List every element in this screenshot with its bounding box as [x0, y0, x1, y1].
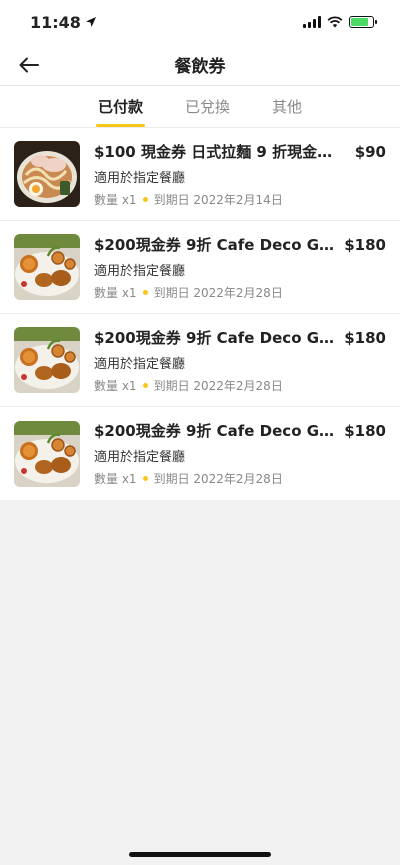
- tab-other[interactable]: 其他: [270, 86, 304, 127]
- voucher-item[interactable]: $200現金券 9折 Cafe Deco Group $180 適用於指定餐廳 …: [0, 221, 400, 314]
- voucher-subtitle: 適用於指定餐廳: [94, 356, 186, 372]
- voucher-item[interactable]: $100 現金券 日式拉麵 9 折現金券 Ramen House $90 適用於…: [0, 128, 400, 221]
- voucher-quantity: 數量 x1: [94, 472, 137, 486]
- platter-photo: [14, 234, 80, 300]
- back-button[interactable]: [14, 50, 44, 80]
- status-time: 11:48: [30, 13, 97, 32]
- separator-dot-icon: [142, 476, 148, 481]
- voucher-info: $100 現金券 日式拉麵 9 折現金券 Ramen House $90 適用於…: [94, 141, 386, 208]
- status-bar: 11:48: [0, 0, 400, 44]
- voucher-item[interactable]: $200現金券 9折 Cafe Deco Group $180 適用於指定餐廳 …: [0, 314, 400, 407]
- voucher-quantity: 數量 x1: [94, 378, 137, 393]
- voucher-item[interactable]: $200現金券 9折 Cafe Deco Group $180 適用於指定餐廳 …: [0, 407, 400, 500]
- platter-photo: [14, 327, 80, 393]
- voucher-meta: 數量 x1 到期日 2022年2月28日: [94, 470, 386, 487]
- voucher-tabs: 已付款 已兌換 其他: [0, 86, 400, 128]
- voucher-expiry: 到期日 2022年2月28日: [153, 472, 283, 486]
- voucher-price: $180: [344, 235, 386, 254]
- voucher-quantity: 數量 x1: [94, 285, 137, 300]
- voucher-info: $200現金券 9折 Cafe Deco Group $180 適用於指定餐廳 …: [94, 234, 386, 301]
- voucher-subtitle: 適用於指定餐廳: [94, 170, 186, 186]
- nav-bar: 餐飲券: [0, 44, 400, 86]
- voucher-list: $100 現金券 日式拉麵 9 折現金券 Ramen House $90 適用於…: [0, 128, 400, 500]
- home-indicator[interactable]: [129, 852, 271, 857]
- voucher-meta: 數量 x1 到期日 2022年2月28日: [94, 284, 386, 301]
- voucher-subtitle: 適用於指定餐廳: [94, 450, 186, 465]
- voucher-quantity: 數量 x1: [94, 192, 137, 207]
- voucher-subtitle: 適用於指定餐廳: [94, 263, 186, 279]
- voucher-title: $200現金券 9折 Cafe Deco Group: [94, 328, 337, 347]
- voucher-expiry: 到期日 2022年2月28日: [153, 285, 283, 300]
- voucher-price: $180: [344, 328, 386, 347]
- platter-photo: [14, 420, 80, 487]
- voucher-info: $200現金券 9折 Cafe Deco Group $180 適用於指定餐廳 …: [94, 420, 386, 487]
- voucher-title: $200現金券 9折 Cafe Deco Group: [94, 422, 337, 440]
- voucher-title: $200現金券 9折 Cafe Deco Group: [94, 235, 337, 254]
- tab-paid[interactable]: 已付款: [95, 86, 145, 127]
- tab-redeemed[interactable]: 已兌換: [183, 86, 232, 127]
- back-arrow-icon: [19, 57, 39, 73]
- voucher-price: $180: [344, 422, 386, 440]
- voucher-meta: 數量 x1 到期日 2022年2月28日: [94, 377, 386, 394]
- page-title: 餐飲券: [174, 57, 226, 77]
- wifi-icon: [327, 16, 343, 28]
- separator-dot-icon: [142, 289, 148, 295]
- voucher-info: $200現金券 9折 Cafe Deco Group $180 適用於指定餐廳 …: [94, 327, 386, 394]
- ramen-photo: [14, 141, 80, 207]
- status-icons: [303, 16, 377, 28]
- signal-icon: [303, 16, 321, 28]
- voucher-price: $90: [354, 142, 386, 161]
- battery-icon: [349, 16, 377, 28]
- voucher-expiry: 到期日 2022年2月14日: [153, 192, 283, 207]
- voucher-title: $100 現金券 日式拉麵 9 折現金券 Ramen House: [94, 142, 342, 161]
- location-arrow-icon: [85, 17, 96, 27]
- separator-dot-icon: [142, 196, 148, 202]
- separator-dot-icon: [142, 382, 148, 388]
- voucher-expiry: 到期日 2022年2月28日: [153, 378, 283, 393]
- clock-text: 11:48: [30, 12, 81, 32]
- voucher-meta: 數量 x1 到期日 2022年2月14日: [94, 191, 386, 208]
